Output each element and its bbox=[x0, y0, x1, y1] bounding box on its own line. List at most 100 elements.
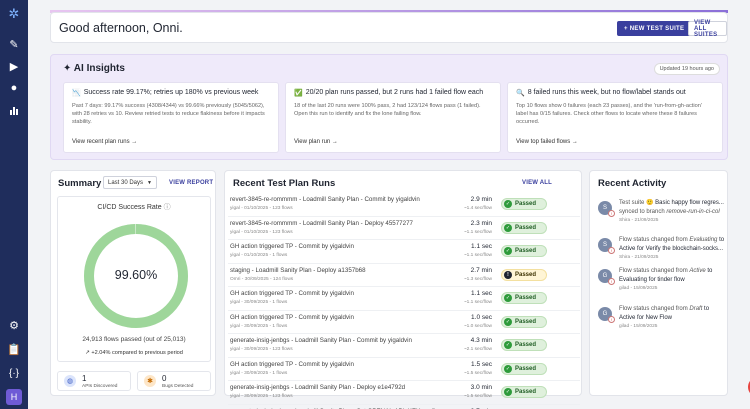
success-donut: 99.60% bbox=[81, 221, 191, 331]
summary-panel: Summary Last 30 Days ▼ VIEW REPORT CI/CD … bbox=[50, 170, 216, 396]
avatar-initial: S bbox=[602, 242, 607, 248]
table-row[interactable]: staging - Loadmill Sanity Plan - Deploy … bbox=[228, 264, 580, 287]
view-all-runs-link[interactable]: VIEW ALL bbox=[522, 180, 552, 186]
activity-text: Test suite 🙂 Basic happy flow regres... … bbox=[619, 199, 726, 226]
activity-meta: Shira - 21/09/2025 bbox=[619, 218, 659, 223]
smile-icon: 🙂 bbox=[646, 200, 654, 206]
status-badge: ✓ Passed bbox=[501, 292, 547, 304]
bugs-label: Bugs Detected bbox=[162, 384, 194, 389]
exclamation-icon: ! bbox=[504, 270, 512, 279]
flow-badge-icon: ! bbox=[608, 210, 615, 217]
run-duration: 2.3 min bbox=[470, 219, 492, 227]
period-select[interactable]: Last 30 Days ▼ bbox=[103, 176, 157, 189]
bugs-detected-card[interactable]: ✱ 0 Bugs Detected bbox=[137, 371, 211, 391]
avatar-initial: S bbox=[602, 205, 607, 211]
gear-icon[interactable]: ⚙ bbox=[6, 317, 22, 333]
check-icon: ✓ bbox=[504, 341, 512, 349]
bug-icon: ✱ bbox=[144, 375, 156, 387]
apis-count: 1 bbox=[82, 374, 87, 383]
activity-pre: Test suite bbox=[619, 200, 647, 206]
activity-text: Flow status changed from Evaluating to A… bbox=[619, 236, 726, 263]
new-test-suite-button[interactable]: + NEW TEST SUITE bbox=[617, 21, 692, 36]
run-rate: ~2.1 sec/flow bbox=[463, 347, 492, 352]
summary-title: Summary bbox=[58, 178, 102, 189]
avatar-initial: G bbox=[602, 273, 608, 279]
recent-runs-panel: Recent Test Plan Runs VIEW ALL revert-38… bbox=[224, 170, 582, 409]
status-badge: ✓ Passed bbox=[501, 245, 547, 257]
table-row[interactable]: generate-insig-jenbgs - Loadmill Sanity … bbox=[228, 381, 580, 405]
run-meta: yigal - 01/10/2025 - 1 flows bbox=[230, 253, 288, 258]
recent-activity-title: Recent Activity bbox=[598, 178, 667, 189]
run-meta: Omri - 30/09/2025 - 124 flows bbox=[230, 276, 294, 282]
run-name: revert-3845-re-rommmm - Loadmill Sanity … bbox=[230, 196, 420, 203]
view-all-suites-button[interactable]: VIEW ALL SUITES bbox=[688, 20, 727, 38]
check-box-icon: ✅ bbox=[294, 90, 303, 97]
run-rate: ~1.3 sec/flow bbox=[463, 276, 492, 282]
activity-text: Flow status changed from Active to Evalu… bbox=[619, 267, 726, 294]
sidebar: ✲ ✎ ▶ ● ⚙ 📋 {·} H bbox=[0, 0, 28, 409]
table-row[interactable]: GH action triggered TP - Commit by yigal… bbox=[228, 287, 580, 311]
table-row[interactable]: GH action triggered TP - Commit by yigal… bbox=[228, 240, 580, 264]
run-duration: 2.9 min bbox=[470, 196, 492, 203]
run-meta: yigal - 01/10/2025 - 123 flows bbox=[230, 229, 293, 235]
insight-link[interactable]: View recent plan runs → bbox=[72, 139, 270, 145]
flows-passed-text: 24,913 flows passed (out of 25,013) bbox=[82, 336, 186, 343]
status-label: Passed bbox=[515, 365, 537, 372]
activity-meta: gilad - 15/09/2025 bbox=[619, 324, 658, 329]
run-name: generate-insig-jenbgs - Loadmill Sanity … bbox=[230, 384, 406, 391]
run-meta: yigal - 30/09/2025 - 1 flows bbox=[230, 323, 288, 329]
table-row[interactable]: revert-3845-re-rommmm - Loadmill Sanity … bbox=[228, 217, 580, 240]
ai-insights-title: ✦ AI Insights bbox=[63, 63, 125, 74]
clipboard-icon[interactable]: 📋 bbox=[6, 341, 22, 357]
run-name: GH action triggered TP - Commit by yigal… bbox=[230, 360, 354, 368]
run-rate: ~1.1 sec/flow bbox=[463, 253, 492, 258]
check-icon: ✓ bbox=[504, 388, 512, 396]
flow-badge-icon: ! bbox=[608, 278, 615, 285]
trend-value: +2.04% compared to previous period bbox=[91, 350, 183, 356]
recent-runs-title: Recent Test Plan Runs bbox=[233, 178, 336, 189]
bar-chart-icon[interactable] bbox=[6, 102, 22, 118]
table-row[interactable]: GH action triggered TP - Commit by yigal… bbox=[228, 358, 580, 381]
run-name: GH action triggered TP - Commit by yigal… bbox=[230, 313, 354, 321]
status-badge: ✓ Passed bbox=[501, 362, 547, 375]
insight-body: Top 10 flows show 0 failures (each 23 pa… bbox=[516, 103, 702, 125]
check-icon: ✓ bbox=[504, 223, 512, 232]
new-test-suite-label: NEW TEST SUITE bbox=[629, 25, 685, 32]
pencil-icon[interactable]: ✎ bbox=[6, 36, 22, 52]
status-badge: ✓ Passed bbox=[501, 339, 547, 351]
run-meta: yigal - 30/09/2025 - 1 flows bbox=[230, 370, 288, 376]
activity-pre: Flow status changed from bbox=[619, 268, 690, 274]
insight-link[interactable]: View plan run → bbox=[294, 139, 492, 145]
code-braces-icon[interactable]: {·} bbox=[6, 365, 22, 381]
table-row[interactable]: generate-insig-jenbgs - Loadmill Sanity … bbox=[228, 405, 580, 409]
run-rate: ~1.5 sec/flow bbox=[463, 394, 492, 399]
table-row[interactable]: GH action triggered TP - Commit by yigal… bbox=[228, 311, 580, 334]
activity-italic: remove-run-in-ci-col bbox=[666, 208, 720, 215]
activity-suite-name[interactable]: Basic happy flow regres... bbox=[654, 200, 724, 206]
chart-down-icon: 📉 bbox=[72, 90, 81, 97]
status-badge: ✓ Passed bbox=[501, 386, 547, 398]
info-icon[interactable]: ⓘ bbox=[164, 204, 171, 211]
run-rate: ~1.5 sec/flow bbox=[463, 370, 492, 376]
status-badge: ✓ Passed bbox=[501, 315, 547, 328]
avatar: S! bbox=[598, 238, 615, 254]
insight-link[interactable]: View top failed flows → bbox=[516, 139, 714, 145]
play-icon[interactable]: ▶ bbox=[6, 58, 22, 74]
table-row[interactable]: revert-3845-re-rommmm - Loadmill Sanity … bbox=[228, 193, 580, 217]
view-report-link[interactable]: VIEW REPORT bbox=[169, 180, 213, 186]
success-rate-value: 99.60% bbox=[114, 268, 158, 282]
logo-icon[interactable]: ✲ bbox=[6, 6, 22, 22]
avatar[interactable]: H bbox=[6, 389, 22, 405]
run-meta: yigal - 01/10/2025 - 123 flows bbox=[230, 206, 293, 211]
insights-updated-badge: Updated 19 hours ago bbox=[653, 63, 720, 75]
circle-icon[interactable]: ● bbox=[6, 80, 22, 96]
run-name: GH action triggered TP - Commit by yigal… bbox=[230, 290, 354, 297]
activity-meta: Shira - 21/09/2025 bbox=[619, 255, 659, 260]
ai-insights-panel: ✦ AI Insights Updated 19 hours ago 📉 Succ… bbox=[50, 54, 728, 160]
check-icon: ✓ bbox=[504, 247, 512, 255]
period-value: Last 30 Days bbox=[108, 179, 144, 186]
activity-italic: Evaluating bbox=[689, 237, 718, 243]
apis-discovered-card[interactable]: ◍ 1 APIs Discovered bbox=[57, 371, 131, 391]
table-row[interactable]: generate-insig-jenbgs - Loadmill Sanity … bbox=[228, 334, 580, 358]
trend-text: ↗ +2.04% compared to previous period bbox=[58, 350, 210, 356]
